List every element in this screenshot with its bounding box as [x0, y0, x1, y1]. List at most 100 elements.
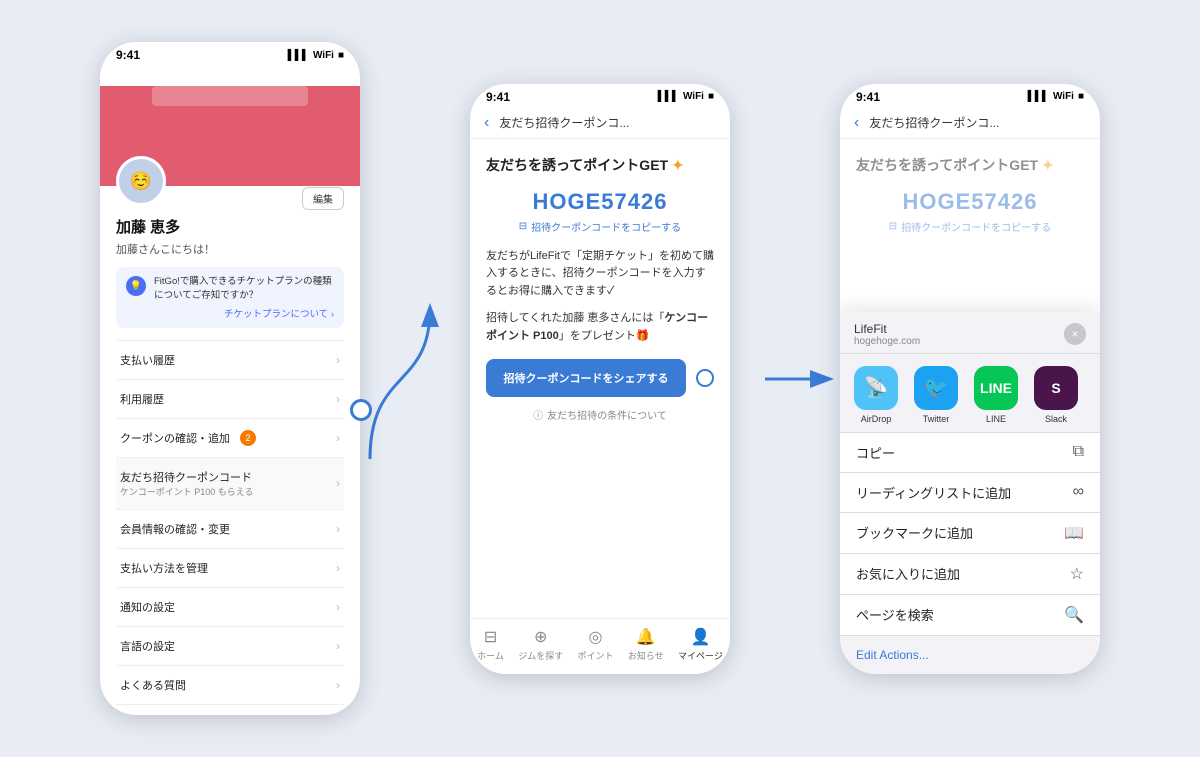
share-app-line[interactable]: LINE LINE — [974, 366, 1018, 424]
menu-item-referral[interactable]: 友だち招待クーポンコード ケンコーポイント P100 もらえる › — [116, 458, 344, 510]
slack-icon: S — [1034, 366, 1078, 410]
phone3-time: 9:41 — [856, 90, 880, 104]
chevron-icon: › — [336, 639, 340, 653]
navbar-points[interactable]: ◎ ポイント — [578, 627, 614, 662]
share-app-airdrop[interactable]: 📡 AirDrop — [854, 366, 898, 424]
points-icon: ◎ — [589, 627, 603, 647]
phone3-back-button[interactable]: ‹ — [854, 114, 859, 132]
menu-label-member-info: 会員情報の確認・変更 — [120, 521, 230, 537]
copy-icon: ⊟ — [889, 221, 897, 232]
menu-item-coupon[interactable]: クーポンの確認・追加 2 › — [116, 419, 344, 458]
menu-item-payment-history[interactable]: 支払い履歴 › — [116, 341, 344, 380]
phone2-share-button[interactable]: 招待クーポンコードをシェアする — [486, 359, 686, 397]
phone2-topbar: ‹ 友だち招待クーポンコ... — [470, 108, 730, 139]
menu-label-payment-history: 支払い履歴 — [120, 352, 175, 368]
phone2-footer-link[interactable]: ⓘ 友だち招待の条件について — [486, 407, 714, 422]
coupon-badge: 2 — [240, 430, 256, 446]
phone2-desc1: 友だちがLifeFitで「定期チケット」を初めて購入するときに、招待クーポンコー… — [486, 248, 714, 301]
navbar-gym[interactable]: ⊕ ジムを探す — [518, 627, 563, 662]
navbar-home-label: ホーム — [477, 649, 504, 662]
info-icon: ⓘ — [533, 407, 543, 422]
highlight-text: ケンコーポイント P100 — [486, 312, 708, 342]
action-bookmark[interactable]: ブックマークに追加 📖 — [840, 513, 1100, 554]
phone3-share-sheet: LifeFit hogehoge.com × 📡 AirDrop 🐦 Twitt… — [840, 312, 1100, 674]
phone3-bg-content: 友だちを誘ってポイントGET ✦ HOGE57426 ⊟ 招待クーポンコードをコ… — [840, 139, 1100, 264]
action-favorites-label: お気に入りに追加 — [856, 564, 960, 583]
line-icon: LINE — [974, 366, 1018, 410]
phone1-edit-button[interactable]: 編集 — [302, 187, 344, 210]
signal-icon: ▌▌▌ — [658, 91, 679, 102]
phone1-body: 加藤 恵多 加藤さんこにちは！ 💡 FitGo!で購入できるチケットプランの種類… — [100, 186, 360, 715]
phone2-back-button[interactable]: ‹ — [484, 114, 489, 132]
phone1-header: ☺️ 編集 — [100, 86, 360, 186]
phone2-share-btn-row: 招待クーポンコードをシェアする — [486, 359, 714, 397]
menu-item-faq[interactable]: よくある質問 › — [116, 666, 344, 705]
menu-item-notifications[interactable]: 通知の設定 › — [116, 588, 344, 627]
navbar-mypage[interactable]: 👤 マイページ — [678, 627, 723, 662]
line-label: LINE — [986, 414, 1006, 424]
share-sheet-close-button[interactable]: × — [1064, 323, 1086, 345]
main-container: 9:41 ▌▌▌ WiFi ■ ☺️ 編集 加藤 恵多 加藤さんこにちは！ — [30, 42, 1170, 715]
action-favorites[interactable]: お気に入りに追加 ☆ — [840, 554, 1100, 595]
menu-label-payment-method: 支払い方法を管理 — [120, 560, 208, 576]
phone2-desc2: 招待してくれた加藤 恵多さんには「ケンコーポイント P100」をプレゼント🎁 — [486, 310, 714, 345]
phone2-wrapper: 9:41 ▌▌▌ WiFi ■ ‹ 友だち招待クーポンコ... 友だちを誘ってポ… — [440, 84, 760, 674]
phone1-user-name: 加藤 恵多 — [116, 216, 344, 237]
phone2-status-icons: ▌▌▌ WiFi ■ — [658, 91, 714, 102]
phone1-frame: 9:41 ▌▌▌ WiFi ■ ☺️ 編集 加藤 恵多 加藤さんこにちは！ — [100, 42, 360, 715]
share-app-slack[interactable]: S Slack — [1034, 366, 1078, 424]
menu-label-notifications: 通知の設定 — [120, 599, 175, 615]
battery-icon: ■ — [708, 91, 714, 102]
banner-icon: 💡 — [126, 276, 146, 296]
coupon-copy-row[interactable]: ⊟ 招待クーポンコードをコピーする — [486, 219, 714, 234]
action-reading-list-label: リーディングリストに追加 — [856, 483, 1011, 502]
phone2-frame: 9:41 ▌▌▌ WiFi ■ ‹ 友だち招待クーポンコ... 友だちを誘ってポ… — [470, 84, 730, 674]
menu-item-member-info[interactable]: 会員情報の確認・変更 › — [116, 510, 344, 549]
chevron-icon: › — [336, 522, 340, 536]
airdrop-icon: 📡 — [854, 366, 898, 410]
phone1-flow-indicator — [350, 399, 372, 421]
menu-label-coupon: クーポンの確認・追加 — [120, 430, 230, 446]
chevron-icon: › — [336, 600, 340, 614]
star-icon: ✦ — [672, 157, 684, 173]
menu-item-usage-history[interactable]: 利用履歴 › — [116, 380, 344, 419]
action-search-page[interactable]: ページを検索 🔍 — [840, 595, 1100, 636]
phone3-topbar: ‹ 友だち招待クーポンコ... — [840, 108, 1100, 139]
action-search-page-label: ページを検索 — [856, 605, 934, 624]
gym-icon: ⊕ — [534, 627, 547, 647]
phone3-status-icons: ▌▌▌ WiFi ■ — [1028, 91, 1084, 102]
battery-icon: ■ — [1078, 91, 1084, 102]
share-app-twitter[interactable]: 🐦 Twitter — [914, 366, 958, 424]
menu-item-payment-method[interactable]: 支払い方法を管理 › — [116, 549, 344, 588]
twitter-label: Twitter — [923, 414, 950, 424]
menu-item-language[interactable]: 言語の設定 › — [116, 627, 344, 666]
navbar-gym-label: ジムを探す — [518, 649, 563, 662]
coupon-code: HOGE57426 — [486, 189, 714, 215]
share-btn-circle-indicator — [696, 369, 714, 387]
phone3-frame: 9:41 ▌▌▌ WiFi ■ ‹ 友だち招待クーポンコ... 友だちを誘ってポ… — [840, 84, 1100, 674]
phone1-menu-list: 支払い履歴 › 利用履歴 › クーポンの確認・追加 2 › — [116, 340, 344, 705]
menu-label-faq: よくある質問 — [120, 677, 186, 693]
chevron-icon: › — [336, 476, 340, 490]
phone1-greeting: 加藤さんこにちは！ — [116, 241, 344, 257]
phone3-coupon-code: HOGE57426 — [856, 189, 1084, 215]
action-copy[interactable]: コピー ⧉ — [840, 432, 1100, 473]
mypage-icon: 👤 — [690, 627, 710, 647]
edit-actions-link[interactable]: Edit Actions... — [840, 636, 1100, 674]
action-reading-list[interactable]: リーディングリストに追加 ∞ — [840, 473, 1100, 513]
banner-link[interactable]: チケットプランについて › — [154, 306, 334, 320]
wifi-icon: WiFi — [1053, 91, 1074, 102]
arrow2-svg — [760, 349, 840, 409]
copy-label: 招待クーポンコードをコピーする — [901, 219, 1051, 234]
navbar-home[interactable]: ⊟ ホーム — [477, 627, 504, 662]
signal-icon: ▌▌▌ — [288, 50, 309, 61]
arrow1 — [360, 229, 440, 529]
chevron-icon: › — [336, 431, 340, 445]
navbar-notifications[interactable]: 🔔 お知らせ — [628, 627, 664, 662]
twitter-icon: 🐦 — [914, 366, 958, 410]
search-icon: 🔍 — [1064, 605, 1084, 625]
menu-sub-referral: ケンコーポイント P100 もらえる — [120, 485, 253, 498]
phone3-status-bar: 9:41 ▌▌▌ WiFi ■ — [840, 84, 1100, 108]
wifi-icon: WiFi — [683, 91, 704, 102]
navbar-mypage-label: マイページ — [678, 649, 723, 662]
